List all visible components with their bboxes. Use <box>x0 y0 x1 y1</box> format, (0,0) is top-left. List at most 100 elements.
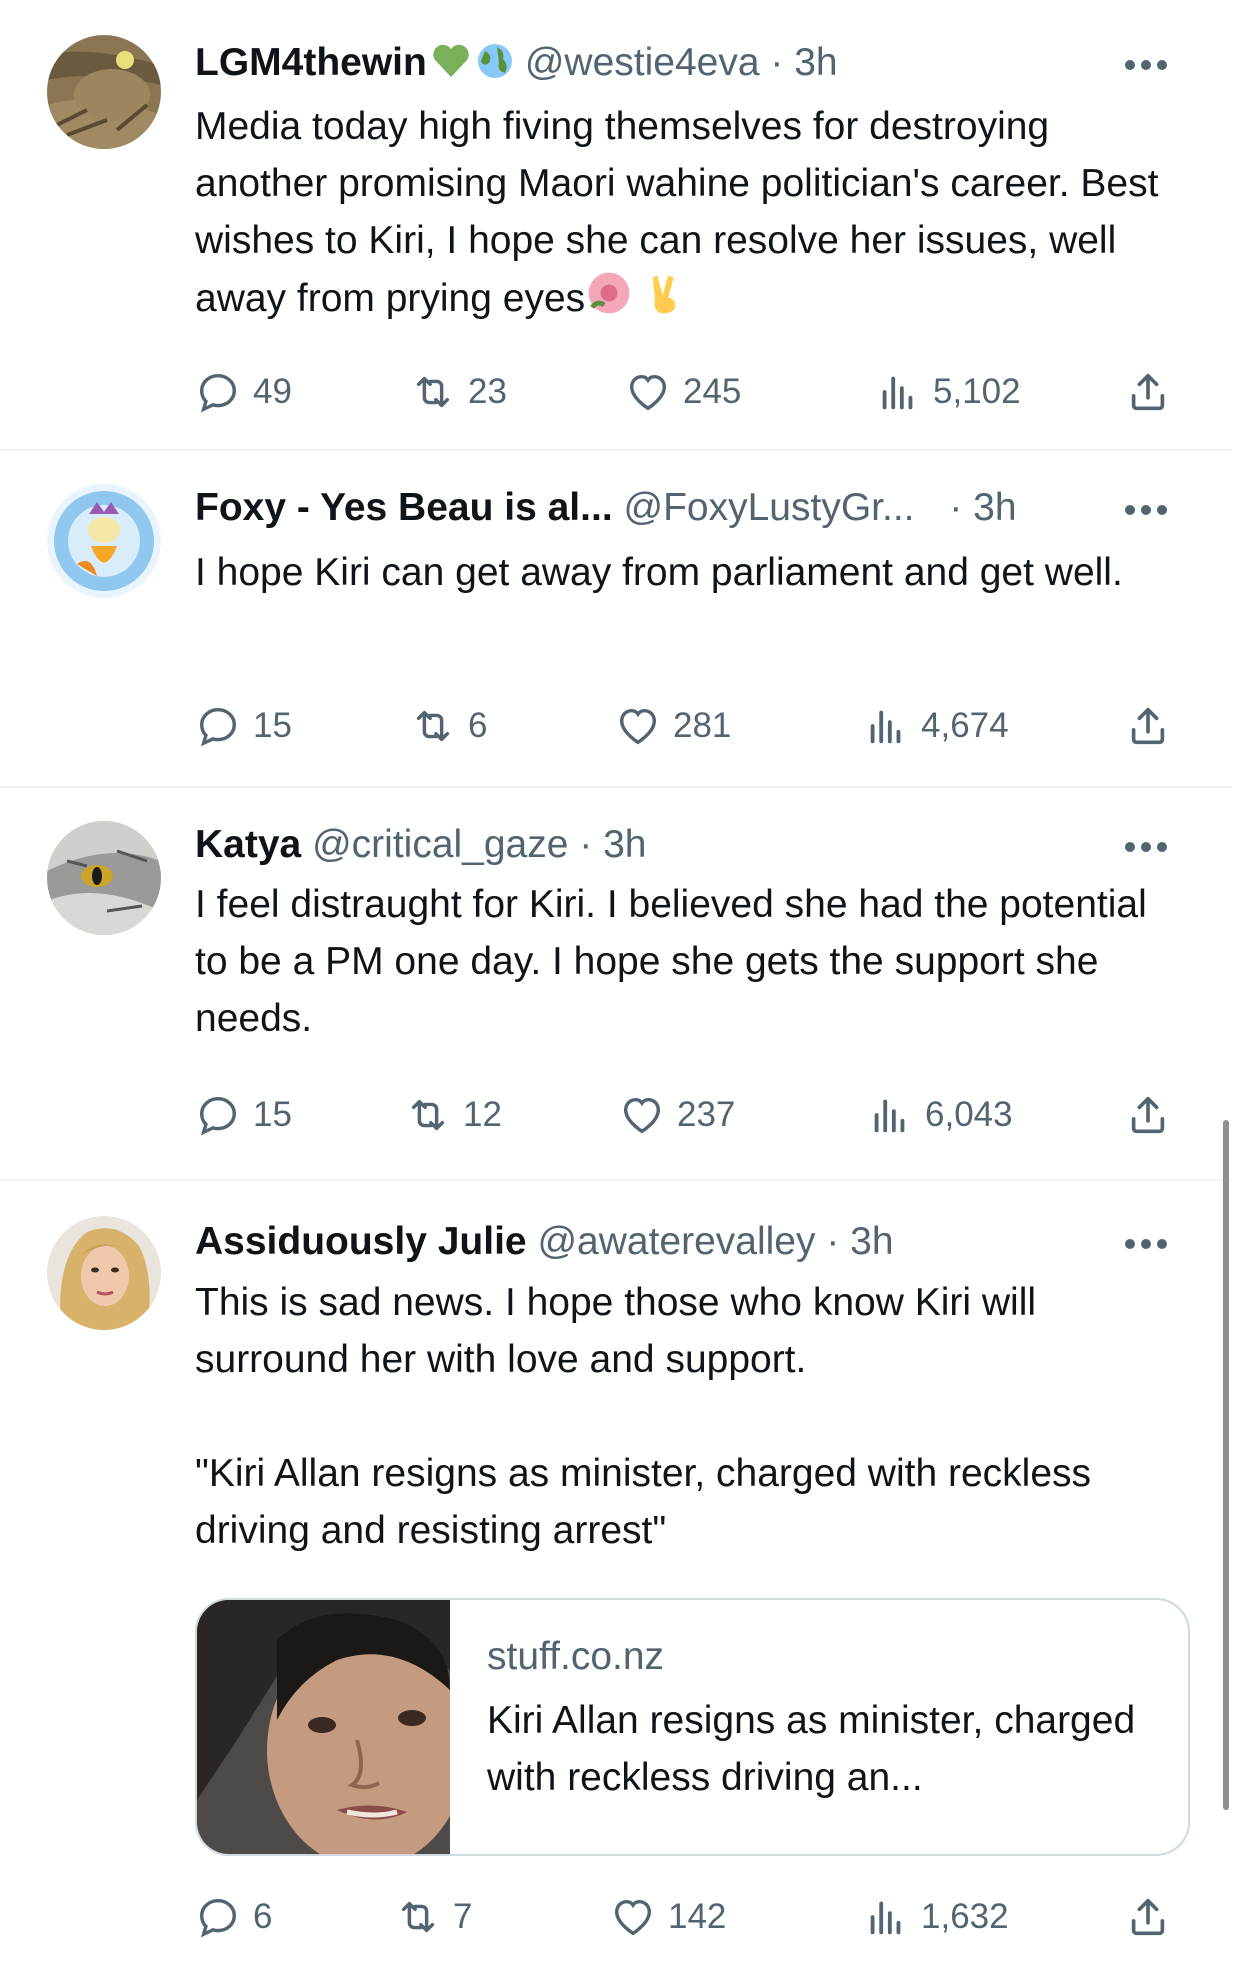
more-icon <box>1125 505 1167 515</box>
retweet-icon <box>416 710 450 742</box>
like-count: 281 <box>673 706 732 745</box>
heart-icon <box>629 374 667 411</box>
reply-icon <box>199 373 237 413</box>
retweet-button[interactable]: 12 <box>405 1085 502 1145</box>
like-count: 142 <box>668 1897 727 1936</box>
view-count: 6,043 <box>925 1095 1013 1134</box>
tweet-actions: 15 12 237 6,043 <box>195 1085 1195 1145</box>
author-name[interactable]: Katya <box>195 823 301 866</box>
retweet-button[interactable]: 7 <box>395 1887 472 1947</box>
portrait-photo-icon <box>197 1600 450 1854</box>
view-count: 1,632 <box>921 1897 1009 1936</box>
timestamp[interactable]: · 3h <box>770 41 837 84</box>
author-handle[interactable]: @westie4eva <box>525 41 760 84</box>
tweet-text: This is sad news. I hope those who know … <box>195 1281 1092 1552</box>
reply-icon <box>199 1096 237 1136</box>
green-heart-emoji-icon <box>427 41 471 84</box>
victory-hand-emoji-icon <box>644 275 688 320</box>
avatar[interactable] <box>47 35 161 149</box>
author-name[interactable]: Assiduously Julie <box>195 1220 527 1263</box>
more-icon <box>1125 60 1167 70</box>
reply-count: 49 <box>253 372 292 411</box>
tweet[interactable]: Foxy - Yes Beau is al... @FoxyLustyGr...… <box>0 452 1232 787</box>
heart-icon <box>623 1097 661 1134</box>
author-name[interactable]: Foxy - Yes Beau is al... <box>195 486 613 529</box>
retweet-count: 7 <box>453 1897 473 1936</box>
views-icon <box>870 710 901 744</box>
share-button[interactable] <box>1125 1085 1171 1145</box>
share-button[interactable] <box>1125 1887 1171 1947</box>
retweet-count: 6 <box>468 706 488 745</box>
retweet-button[interactable]: 6 <box>410 696 487 756</box>
reply-button[interactable]: 15 <box>195 1085 292 1145</box>
tweet[interactable]: LGM4thewin @westie4eva · 3h Media today h… <box>0 0 1232 448</box>
tweet-header: Katya @critical_gaze · 3h <box>195 817 1137 873</box>
link-preview-card[interactable]: stuff.co.nz Kiri Allan resigns as minist… <box>195 1598 1190 1856</box>
heart-icon <box>614 1899 652 1936</box>
avatar-image-icon <box>47 821 161 935</box>
tweet-actions: 49 23 245 5,102 <box>195 362 1195 422</box>
tweet-header: Assiduously Julie @awaterevalley · 3h <box>195 1214 1137 1270</box>
like-button[interactable]: 237 <box>619 1085 735 1145</box>
tweet[interactable]: Katya @critical_gaze · 3h I feel distrau… <box>0 789 1232 1179</box>
views-icon <box>870 1901 901 1935</box>
timestamp[interactable]: · 3h <box>949 486 1016 529</box>
link-preview-image <box>197 1600 450 1854</box>
share-button[interactable] <box>1125 362 1171 422</box>
retweet-icon <box>411 1099 445 1131</box>
share-button[interactable] <box>1125 696 1171 756</box>
globe-emoji-icon <box>471 41 525 84</box>
tweet-divider <box>0 786 1232 788</box>
tweet-header: LGM4thewin @westie4eva · 3h <box>195 35 1137 91</box>
tweet-divider <box>0 449 1232 451</box>
timestamp[interactable]: · 3h <box>826 1220 893 1263</box>
more-options-button[interactable] <box>1118 1216 1174 1272</box>
avatar[interactable] <box>47 821 161 935</box>
tweet-header: Foxy - Yes Beau is al... @FoxyLustyGr...… <box>195 480 1137 536</box>
hibiscus-emoji-icon <box>585 272 633 320</box>
tweet-text: Media today high fiving themselves for d… <box>195 98 1180 327</box>
avatar[interactable] <box>47 484 161 598</box>
like-button[interactable]: 142 <box>610 1887 726 1947</box>
views-button[interactable]: 5,102 <box>875 362 1021 422</box>
avatar-image-icon <box>47 1216 161 1330</box>
author-handle[interactable]: @awaterevalley <box>537 1220 815 1263</box>
tweet-text: I hope Kiri can get away from parliament… <box>195 551 1123 594</box>
retweet-button[interactable]: 23 <box>410 362 507 422</box>
retweet-icon <box>416 376 450 408</box>
reply-button[interactable]: 49 <box>195 362 292 422</box>
like-count: 237 <box>677 1095 736 1134</box>
more-icon <box>1125 1239 1167 1249</box>
tweet-actions: 15 6 281 4,674 <box>195 696 1195 756</box>
scrollbar[interactable] <box>1223 1120 1229 1810</box>
share-icon <box>1131 373 1165 411</box>
timestamp[interactable]: · 3h <box>579 823 646 866</box>
avatar[interactable] <box>47 1216 161 1330</box>
like-button[interactable]: 281 <box>615 696 731 756</box>
author-name[interactable]: LGM4thewin <box>195 41 427 84</box>
views-button[interactable]: 6,043 <box>867 1085 1013 1145</box>
share-icon <box>1131 1096 1165 1134</box>
reply-icon <box>199 1898 237 1938</box>
reply-button[interactable]: 6 <box>195 1887 272 1947</box>
reply-icon <box>199 707 237 747</box>
reply-count: 15 <box>253 706 292 745</box>
more-options-button[interactable] <box>1118 482 1174 538</box>
retweet-count: 23 <box>468 372 507 411</box>
more-options-button[interactable] <box>1118 819 1174 875</box>
views-button[interactable]: 4,674 <box>863 696 1009 756</box>
tweet[interactable]: Assiduously Julie @awaterevalley · 3h Th… <box>0 1182 1232 1979</box>
views-button[interactable]: 1,632 <box>863 1887 1009 1947</box>
tweet-text: I feel distraught for Kiri. I believed s… <box>195 883 1158 1040</box>
author-handle[interactable]: @critical_gaze <box>312 823 568 866</box>
more-options-button[interactable] <box>1118 37 1174 93</box>
heart-icon <box>619 708 657 745</box>
reply-count: 15 <box>253 1095 292 1134</box>
tweet-actions: 6 7 142 1,632 <box>195 1887 1195 1947</box>
tweet-divider <box>0 1179 1232 1181</box>
like-button[interactable]: 245 <box>625 362 741 422</box>
retweet-icon <box>401 1901 435 1933</box>
reply-button[interactable]: 15 <box>195 696 292 756</box>
view-count: 5,102 <box>933 372 1021 411</box>
author-handle[interactable]: @FoxyLustyGr... <box>624 486 915 529</box>
